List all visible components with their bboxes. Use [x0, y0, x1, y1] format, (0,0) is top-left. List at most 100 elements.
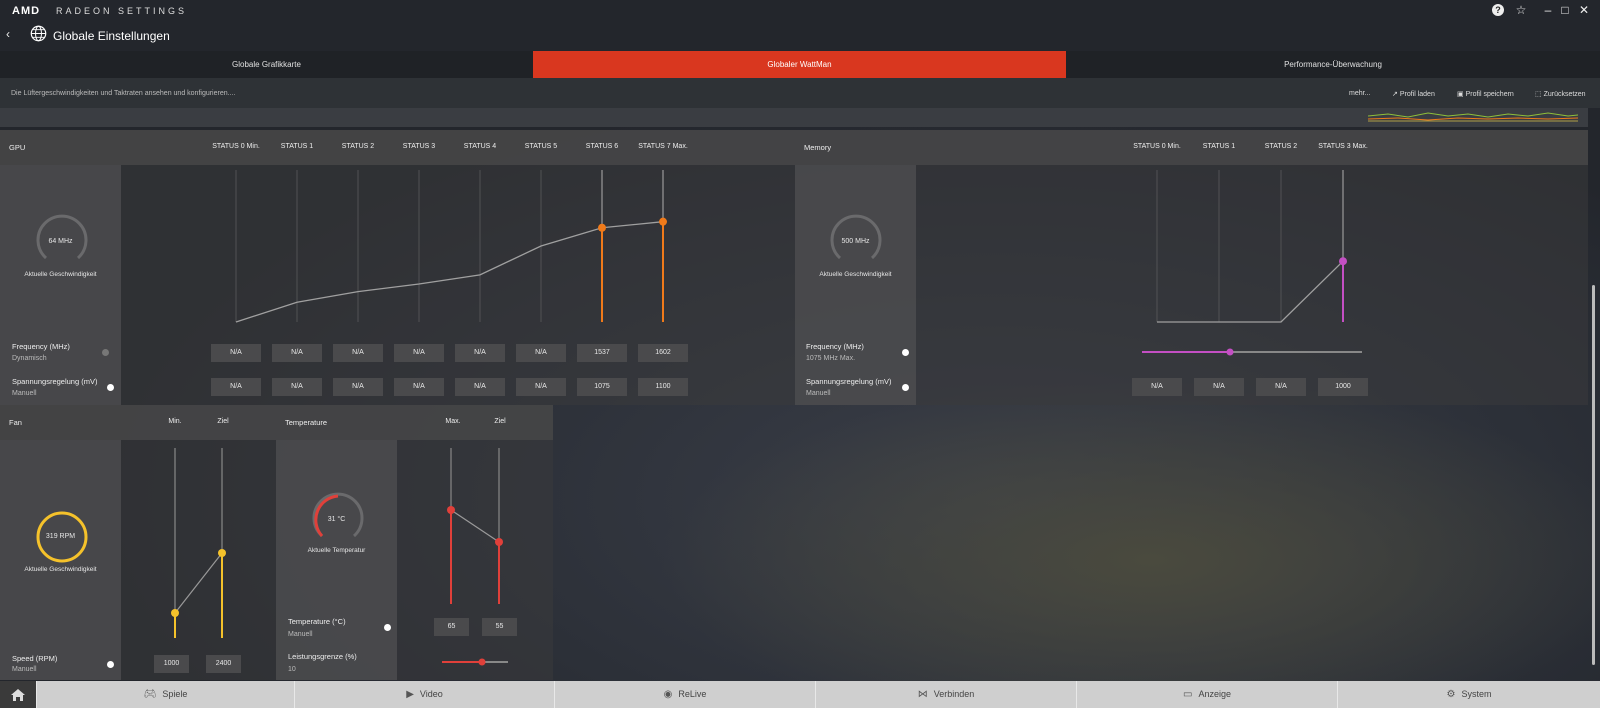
- memory-value-grid: N/A N/A N/A 1000: [916, 370, 1588, 405]
- memory-state-header: STATUS 2: [1264, 143, 1298, 150]
- temperature-columns-header: Max. Ziel: [397, 405, 553, 440]
- fan-target-handle[interactable]: [218, 549, 226, 557]
- gpu-frequency-label: Frequency (MHz): [12, 342, 70, 351]
- nav-system[interactable]: ⚙ System: [1337, 681, 1600, 708]
- gpu-header: GPU: [0, 130, 121, 165]
- reset-button[interactable]: ⬚ Zurücksetzen: [1535, 90, 1586, 98]
- fan-min-handle[interactable]: [171, 609, 179, 617]
- nav-video-label: Video: [419, 689, 443, 699]
- gpu-volt-input[interactable]: N/A: [211, 378, 261, 396]
- gpu-states-header: STATUS 0 Min. STATUS 1 STATUS 2 STATUS 3 STA…: [121, 130, 795, 165]
- maximize-icon[interactable]: □: [1556, 3, 1574, 19]
- home-button[interactable]: [0, 681, 36, 708]
- star-icon[interactable]: ☆: [1512, 3, 1530, 19]
- save-profile-button[interactable]: ▣ Profil speichern: [1457, 90, 1514, 98]
- nav-video[interactable]: ▶ Video: [294, 681, 554, 708]
- nav-display[interactable]: ▭ Anzeige: [1076, 681, 1337, 708]
- nav-relive[interactable]: ◉ ReLive: [554, 681, 815, 708]
- tab-global-graphics[interactable]: Globale Grafikkarte: [0, 51, 533, 78]
- load-profile-button[interactable]: ↗ Profil laden: [1392, 90, 1435, 98]
- power-limit-row-label: Leistungsgrenze (%) 10: [276, 645, 397, 680]
- nav-connect[interactable]: ⋈ Verbinden: [815, 681, 1076, 708]
- gpu-freq-input[interactable]: N/A: [211, 344, 261, 362]
- nav-relive-label: ReLive: [678, 689, 707, 699]
- temperature-mode: Manuell: [288, 631, 313, 638]
- gpu-freq-input[interactable]: 1537: [577, 344, 627, 362]
- help-icon[interactable]: ?: [1492, 4, 1504, 16]
- memory-volt-input[interactable]: N/A: [1132, 378, 1182, 396]
- nav-games-label: Spiele: [162, 689, 188, 699]
- gpu-volt-input[interactable]: 1075: [577, 378, 627, 396]
- memory-volt-input[interactable]: N/A: [1256, 378, 1306, 396]
- temperature-label: Temperature (°C): [288, 617, 346, 626]
- gpu-volt-input[interactable]: N/A: [333, 378, 383, 396]
- memory-state-header: STATUS 3 Max.: [1318, 143, 1368, 150]
- gpu-freq-input[interactable]: N/A: [333, 344, 383, 362]
- gpu-state-handle[interactable]: [598, 223, 606, 232]
- memory-voltage-row-label: Spannungsregelung (mV) Manuell: [795, 370, 916, 405]
- monitor-icon: ▭: [1183, 689, 1193, 700]
- gpu-volt-input[interactable]: N/A: [516, 378, 566, 396]
- temperature-toggle[interactable]: [384, 624, 391, 631]
- memory-state-handle[interactable]: [1339, 257, 1347, 266]
- memory-curve-line: [1157, 260, 1344, 323]
- power-limit-label: Leistungsgrenze (%): [288, 652, 357, 661]
- gpu-freq-input[interactable]: N/A: [455, 344, 505, 362]
- globe-icon: [30, 25, 47, 42]
- back-arrow-icon[interactable]: ‹: [6, 27, 10, 41]
- scrollbar[interactable]: [1592, 285, 1595, 665]
- fan-target-input[interactable]: 2400: [206, 655, 241, 673]
- gpu-volt-input[interactable]: N/A: [272, 378, 322, 396]
- gpu-voltage-toggle[interactable]: [107, 384, 114, 391]
- temp-max-handle[interactable]: [447, 506, 455, 514]
- title-bar: AMD RADEON SETTINGS ? ☆ – □ ✕: [0, 0, 1600, 22]
- temp-max-input[interactable]: 65: [434, 618, 469, 636]
- fan-speed-mode: Manuell: [12, 666, 37, 673]
- play-icon: ▶: [406, 689, 414, 700]
- power-limit-handle[interactable]: [478, 658, 486, 666]
- fan-curve-chart[interactable]: [121, 440, 276, 645]
- temperature-curve-chart[interactable]: [397, 440, 553, 610]
- gpu-freq-input[interactable]: N/A: [394, 344, 444, 362]
- gpu-volt-input[interactable]: 1100: [638, 378, 688, 396]
- fan-speed-toggle[interactable]: [107, 661, 114, 668]
- memory-gauge-value: 500 MHz: [841, 238, 870, 245]
- gpu-volt-input[interactable]: N/A: [394, 378, 444, 396]
- close-icon[interactable]: ✕: [1575, 3, 1593, 19]
- memory-volt-input[interactable]: N/A: [1194, 378, 1244, 396]
- temp-target-handle[interactable]: [495, 538, 503, 546]
- gpu-frequency-toggle[interactable]: [102, 349, 109, 356]
- fan-col-target: Ziel: [217, 418, 229, 425]
- gpu-chart[interactable]: [121, 165, 795, 335]
- power-limit-value: 10: [288, 666, 296, 673]
- gpu-volt-input[interactable]: N/A: [455, 378, 505, 396]
- load-profile-label: Profil laden: [1399, 91, 1435, 98]
- fan-min-input[interactable]: 1000: [154, 655, 189, 673]
- gpu-state-handle[interactable]: [659, 217, 667, 226]
- memory-frequency-toggle[interactable]: [902, 349, 909, 356]
- memory-state-header: STATUS 1: [1202, 143, 1236, 150]
- memory-voltage-toggle[interactable]: [902, 384, 909, 391]
- wrench-icon: ⚙: [1446, 689, 1456, 700]
- tab-performance-monitoring[interactable]: Performance-Überwachung: [1066, 51, 1600, 78]
- power-limit-slider[interactable]: [440, 656, 510, 668]
- temperature-row-label: Temperature (°C) Manuell: [276, 610, 397, 645]
- gpu-freq-input[interactable]: 1602: [638, 344, 688, 362]
- memory-volt-input[interactable]: 1000: [1318, 378, 1368, 396]
- more-link[interactable]: mehr...: [1349, 90, 1370, 97]
- mini-graph: [1368, 112, 1578, 122]
- temp-target-input[interactable]: 55: [482, 618, 517, 636]
- memory-frequency-slider[interactable]: [1140, 345, 1365, 359]
- fan-gauge-cell: 319 RPM Aktuelle Geschwindigkeit: [0, 440, 121, 645]
- memory-slider-handle[interactable]: [1226, 348, 1234, 356]
- gpu-frequency-row-label: Frequency (MHz) Dynamisch: [0, 335, 121, 370]
- memory-states-header: STATUS 0 Min. STATUS 1 STATUS 2 STATUS 3 Ma…: [916, 130, 1588, 165]
- gpu-freq-input[interactable]: N/A: [516, 344, 566, 362]
- nav-display-label: Anzeige: [1198, 689, 1231, 699]
- gpu-gauge-cell: 64 MHz Aktuelle Geschwindigkeit: [0, 165, 121, 335]
- minimize-icon[interactable]: –: [1539, 3, 1557, 19]
- nav-games[interactable]: 🎮︎ Spiele: [36, 681, 294, 708]
- tab-global-wattman[interactable]: Globaler WattMan: [533, 51, 1066, 78]
- gpu-freq-input[interactable]: N/A: [272, 344, 322, 362]
- memory-chart[interactable]: [916, 165, 1588, 335]
